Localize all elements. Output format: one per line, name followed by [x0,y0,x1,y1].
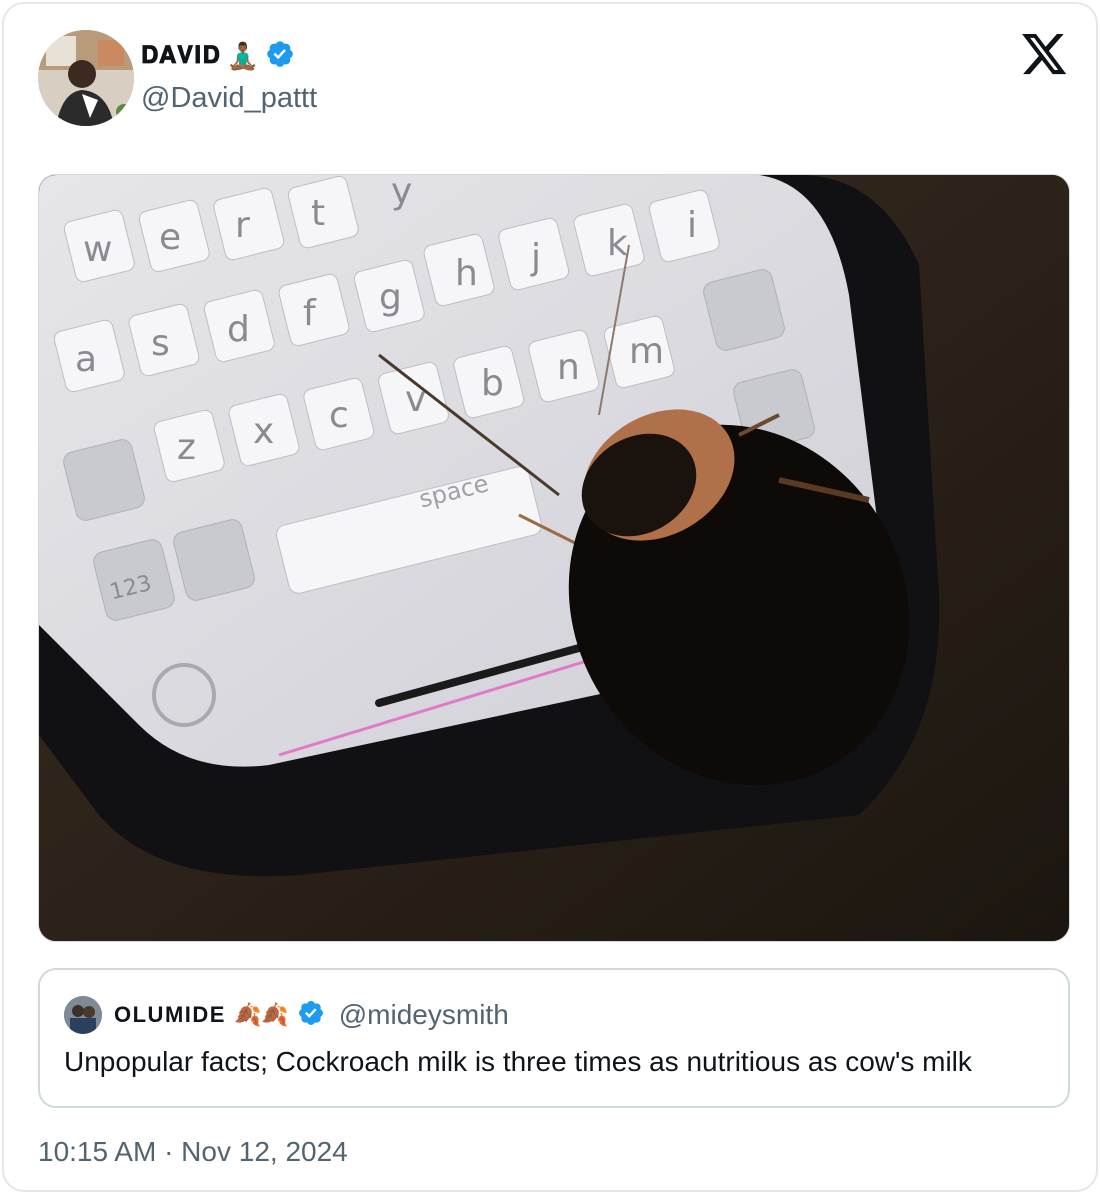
x-logo-icon[interactable] [1022,34,1068,76]
tweet-timestamp[interactable]: 10:15 AM · Nov 12, 2024 [38,1136,348,1168]
key-d: d [227,309,250,350]
key-a: a [75,339,97,380]
quoted-tweet-header: OLUMIDE 🍂🍂 @mideysmith [64,996,509,1034]
key-i: i [687,205,697,246]
author-name-row: 𝐃𝐀𝐕𝐈𝐃 🧘🏾‍♂️ [141,38,295,74]
tweet-media-image[interactable]: w e r t y a s d f g h j k i z x c v b n [38,174,1070,942]
quoted-author-avatar[interactable] [64,996,102,1034]
quoted-tweet[interactable]: OLUMIDE 🍂🍂 @mideysmith Unpopular facts; … [38,968,1070,1108]
quoted-author-emoji: 🍂🍂 [233,1002,289,1027]
verified-badge-icon [265,39,295,74]
key-h: h [455,253,478,294]
key-f: f [303,293,317,334]
key-j: j [530,237,541,278]
key-m: m [629,331,664,372]
key-b: b [481,363,504,404]
key-g: g [379,277,402,318]
key-e: e [159,217,181,258]
quoted-tweet-text: Unpopular facts; Cockroach milk is three… [64,1046,972,1077]
quoted-author-name[interactable]: OLUMIDE [114,1002,226,1028]
key-n: n [557,347,580,388]
key-s: s [151,323,170,364]
quoted-author-handle[interactable]: @mideysmith [339,999,509,1031]
key-z: z [177,427,196,468]
author-avatar[interactable] [38,30,134,126]
key-c: c [329,395,349,436]
quoted-verified-badge-icon [297,999,325,1032]
tweet-card: 𝐃𝐀𝐕𝐈𝐃 🧘🏾‍♂️ @David_pattt [2,2,1098,1192]
key-w: w [83,229,112,270]
key-y: y [391,175,412,212]
author-handle[interactable]: @David_pattt [141,82,317,115]
key-x: x [253,411,274,452]
key-t: t [311,193,325,234]
key-r: r [235,205,250,246]
author-display-name[interactable]: 𝐃𝐀𝐕𝐈𝐃 [141,42,221,70]
key-k: k [607,223,628,264]
author-emoji: 🧘🏾‍♂️ [226,40,260,71]
